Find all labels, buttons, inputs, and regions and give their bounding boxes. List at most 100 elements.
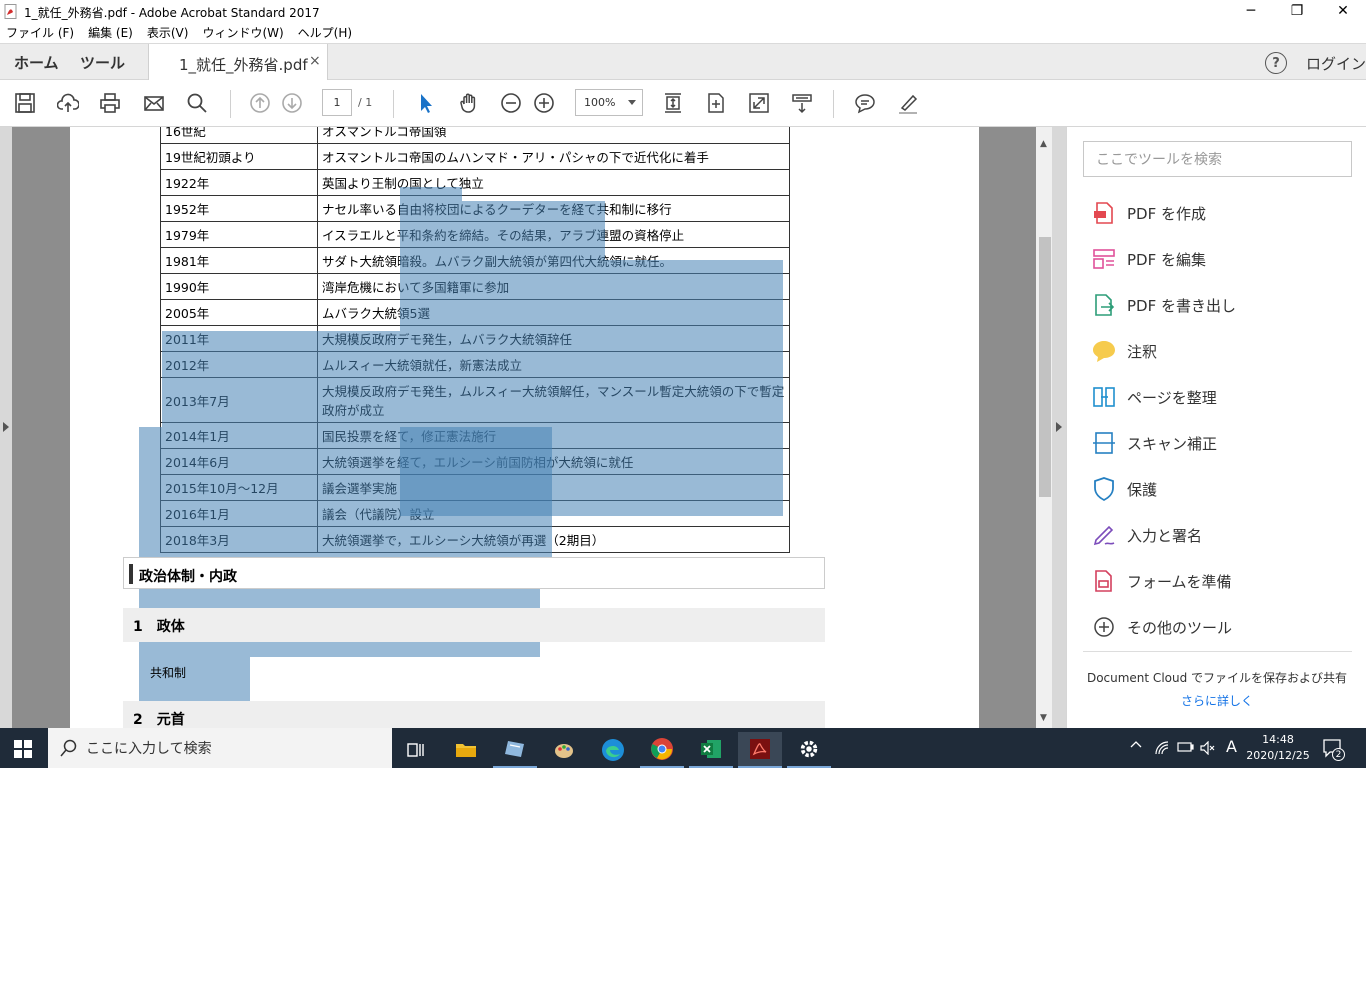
menu-file[interactable]: ファイル (F) <box>6 24 74 41</box>
scroll-up-icon[interactable]: ▲ <box>1040 139 1047 149</box>
zoom-out-icon[interactable] <box>498 90 524 116</box>
save-icon[interactable] <box>12 90 38 116</box>
search-icon[interactable] <box>184 90 210 116</box>
year-cell: 16世紀 <box>160 127 318 144</box>
subsection-title: 1 政体 <box>133 619 185 635</box>
title-bar: 1_就任_外務省.pdf - Adobe Acrobat Standard 20… <box>0 0 1366 22</box>
document-viewport[interactable]: 16世紀 オスマントルコ帝国領 19世紀初頭より オスマントルコ帝国のムハンマド・アリ… <box>0 127 1066 728</box>
minimize-button[interactable]: ─ <box>1228 0 1274 22</box>
year-cell: 1922年 <box>160 169 318 196</box>
battery-icon[interactable] <box>1177 741 1195 757</box>
tool-item[interactable]: その他のツール <box>1091 612 1232 642</box>
login-button[interactable]: ログイン <box>1306 53 1366 74</box>
menu-help[interactable]: ヘルプ(H) <box>298 24 352 41</box>
system-clock[interactable]: 14:48 2020/12/25 <box>1240 732 1316 764</box>
subsection-band: 1 政体 <box>123 608 825 642</box>
acrobat-app-icon[interactable] <box>738 732 782 768</box>
taskbar-search-placeholder: ここに入力して検索 <box>86 741 212 757</box>
scroll-down-icon[interactable]: ▼ <box>1040 713 1047 723</box>
year-cell: 19世紀初頭より <box>160 143 318 170</box>
zoom-select[interactable]: 100% <box>575 89 643 116</box>
print-icon[interactable] <box>97 90 123 116</box>
selection-highlight <box>462 201 605 260</box>
vertical-scrollbar[interactable]: ▲ ▼ <box>1036 127 1052 728</box>
year-cell: 2005年 <box>160 299 318 326</box>
event-cell: オスマントルコ帝国のムハンマド・アリ・パシャの下で近代化に着手 <box>317 143 790 170</box>
notification-center-icon[interactable]: 2 <box>1322 738 1345 761</box>
full-screen-icon[interactable] <box>746 90 772 116</box>
tool-item[interactable]: 入力と署名 <box>1091 520 1202 550</box>
tool-label: ページを整理 <box>1127 388 1217 407</box>
tool-item[interactable]: スキャン補正 <box>1091 428 1217 458</box>
tool-search-input[interactable]: ここでツールを検索 <box>1083 141 1352 177</box>
comment-icon[interactable] <box>852 90 878 116</box>
tool-label: PDF を書き出し <box>1127 296 1236 315</box>
close-tab-icon[interactable]: × <box>309 53 321 69</box>
email-icon[interactable] <box>141 90 167 116</box>
more-tools-icon <box>1091 614 1117 640</box>
tool-item[interactable]: PDF を編集 <box>1091 244 1206 274</box>
tab-tools[interactable]: ツール <box>80 44 125 80</box>
rotate-view-icon[interactable] <box>703 90 729 116</box>
scrollbar-thumb[interactable] <box>1039 237 1051 497</box>
notes-app-icon[interactable] <box>493 732 537 768</box>
previous-page-icon[interactable] <box>247 90 273 116</box>
tool-item[interactable]: 注釈 <box>1091 336 1157 366</box>
toolbar-divider <box>230 90 231 118</box>
menu-edit[interactable]: 編集 (E) <box>88 24 133 41</box>
zoom-value: 100% <box>584 96 616 109</box>
help-icon[interactable]: ? <box>1265 52 1287 74</box>
menu-view[interactable]: 表示(V) <box>147 24 189 41</box>
document-cloud-info: Document Cloud でファイルを保存および共有 <box>1086 671 1348 685</box>
panel-divider <box>1083 651 1352 652</box>
network-icon[interactable] <box>1154 741 1170 759</box>
select-arrow-icon[interactable] <box>413 90 439 116</box>
windows-start-icon[interactable] <box>14 740 32 758</box>
zoom-in-icon[interactable] <box>531 90 557 116</box>
tool-item[interactable]: PDF を書き出し <box>1091 290 1236 320</box>
tab-document[interactable]: 1_就任_外務省.pdf × <box>148 44 328 81</box>
taskbar-search[interactable]: ここに入力して検索 <box>48 728 392 768</box>
edge-browser-icon[interactable] <box>591 732 635 768</box>
tool-label: その他のツール <box>1127 618 1233 637</box>
chevron-down-icon <box>628 100 636 105</box>
highlight-pen-icon[interactable] <box>895 90 921 116</box>
toolbar <box>0 80 1366 127</box>
year-cell: 1952年 <box>160 195 318 222</box>
next-page-icon[interactable] <box>279 90 305 116</box>
section-heading: 政治体制・内政 <box>123 557 825 589</box>
paint-app-icon[interactable] <box>542 732 586 768</box>
right-panel-toggle[interactable] <box>1052 127 1066 728</box>
chrome-browser-icon[interactable] <box>640 732 684 768</box>
tool-label: スキャン補正 <box>1127 434 1218 453</box>
left-panel-toggle[interactable] <box>0 127 12 728</box>
tool-item[interactable]: フォームを準備 <box>1091 566 1232 596</box>
selection-highlight <box>400 187 462 260</box>
scroll-mode-icon[interactable] <box>789 90 815 116</box>
close-button[interactable]: ✕ <box>1320 0 1366 22</box>
hand-tool-icon[interactable] <box>456 90 482 116</box>
collapse-right-icon <box>1056 422 1062 432</box>
file-explorer-icon[interactable] <box>444 732 488 768</box>
table-row: 1922年 英国より王制の国として独立 <box>160 169 790 196</box>
task-view-icon[interactable] <box>394 732 438 768</box>
menu-window[interactable]: ウィンドウ(W) <box>202 24 283 41</box>
window-title: 1_就任_外務省.pdf - Adobe Acrobat Standard 20… <box>24 6 320 20</box>
maximize-button[interactable]: ❐ <box>1274 0 1320 22</box>
tool-item[interactable]: 保護 <box>1091 474 1157 504</box>
upload-cloud-icon[interactable] <box>55 90 81 116</box>
tab-home[interactable]: ホーム <box>14 44 59 80</box>
tool-item[interactable]: ページを整理 <box>1091 382 1217 412</box>
volume-muted-icon[interactable] <box>1200 740 1216 759</box>
fit-page-icon[interactable] <box>660 90 686 116</box>
tool-item[interactable]: PDF を作成 <box>1091 198 1206 228</box>
learn-more-link[interactable]: さらに詳しく <box>1067 692 1366 709</box>
settings-gear-icon[interactable] <box>787 732 831 768</box>
ime-indicator[interactable]: A <box>1226 737 1237 756</box>
excel-app-icon[interactable] <box>689 732 733 768</box>
page-number-input[interactable]: 1 <box>322 89 352 116</box>
sign-icon <box>1091 522 1117 548</box>
menu-bar: ファイル (F) 編集 (E) 表示(V) ウィンドウ(W) ヘルプ(H) <box>0 22 1366 43</box>
tab-bar: ホーム ツール 1_就任_外務省.pdf × ? ログイン <box>0 43 1366 81</box>
event-cell: 英国より王制の国として独立 <box>317 169 790 196</box>
